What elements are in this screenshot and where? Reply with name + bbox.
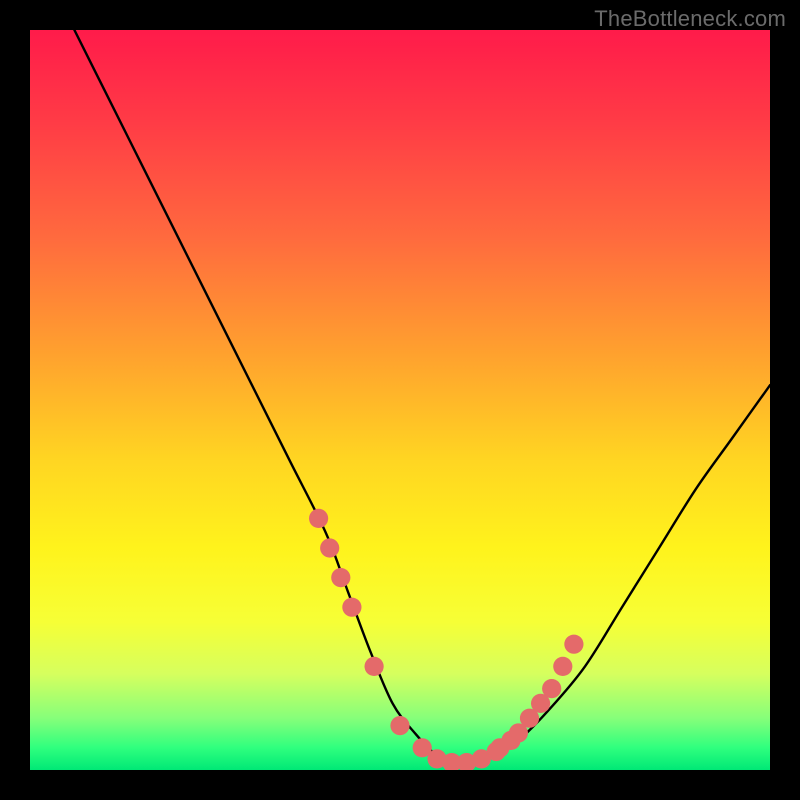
- plot-area: [30, 30, 770, 770]
- bottleneck-curve-svg: [30, 30, 770, 770]
- watermark-text: TheBottleneck.com: [594, 6, 786, 32]
- highlight-dot: [342, 598, 361, 617]
- bottleneck-curve: [74, 30, 770, 764]
- highlight-dot: [553, 657, 572, 676]
- highlight-dot: [390, 716, 409, 735]
- highlight-dot: [542, 679, 561, 698]
- highlight-dot: [309, 509, 328, 528]
- highlight-dot: [365, 657, 384, 676]
- highlight-dots: [309, 509, 584, 770]
- highlight-dot: [331, 568, 350, 587]
- highlight-dot: [320, 538, 339, 557]
- chart-container: TheBottleneck.com: [0, 0, 800, 800]
- highlight-dot: [564, 635, 583, 654]
